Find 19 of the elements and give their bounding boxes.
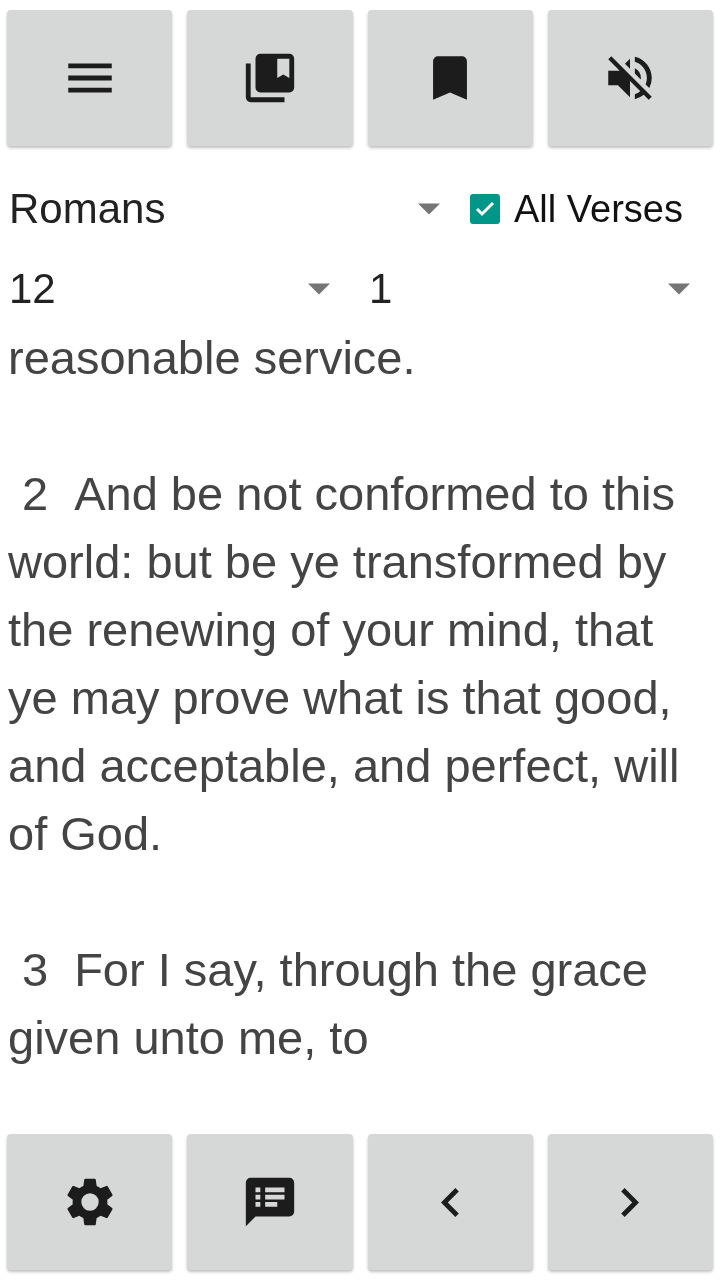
checkbox-label[interactable]: All Verses (514, 187, 683, 231)
bookmark-stack-button[interactable] (187, 10, 353, 146)
verse-text: 2 And be not conformed to this world: but be ye transformed by the renewing of your mind, that ye may prove what is that good, and acceptable, and perfect, will of God. (8, 466, 681, 862)
mute-button[interactable] (547, 10, 713, 146)
dropdown-arrow-icon (418, 203, 440, 215)
settings-button[interactable] (7, 1134, 173, 1270)
dropdown[interactable]: 12 (0, 254, 360, 324)
chevron-left-icon (441, 1187, 460, 1217)
verse-text: 3 For I say, through the grace given unto me, to (8, 942, 649, 1066)
dropdown-arrow-icon (308, 283, 330, 295)
verse-text: reasonable service. (8, 330, 417, 386)
message-list-button[interactable] (187, 1134, 353, 1270)
dropdown[interactable]: 1 (360, 254, 720, 324)
bookmark-button[interactable] (367, 10, 533, 146)
checkbox[interactable] (470, 194, 500, 224)
dropdown[interactable]: Romans (0, 174, 470, 244)
chevron-right-icon (621, 1187, 640, 1217)
dropdown-arrow-icon (668, 283, 690, 295)
menu-button[interactable] (7, 10, 173, 146)
